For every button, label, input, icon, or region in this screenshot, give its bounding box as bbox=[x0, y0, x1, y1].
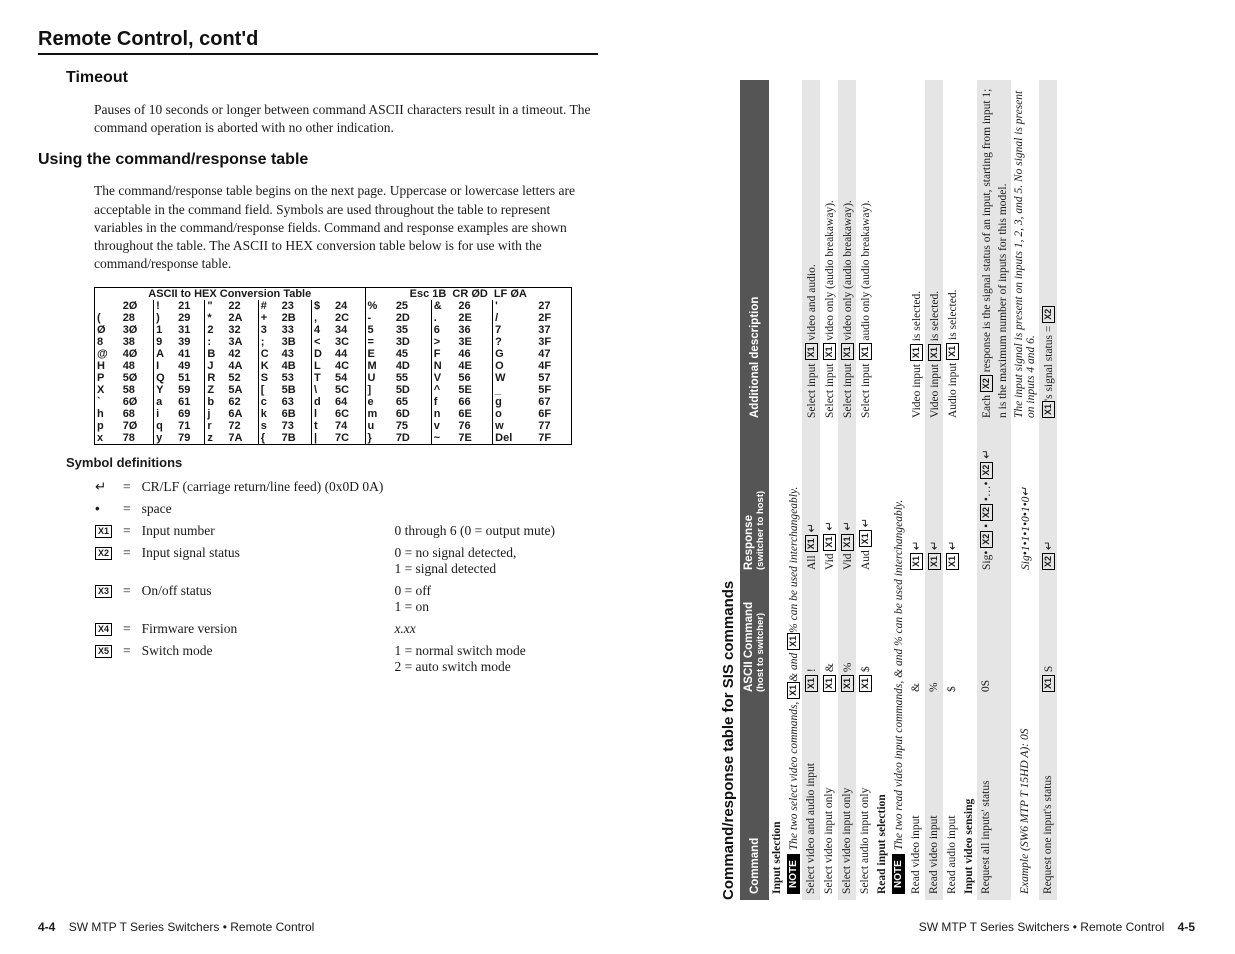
command-response-table: CommandASCII Command(host to switcher)Re… bbox=[740, 80, 1057, 900]
left-page: Remote Control, cont'd Timeout Pauses of… bbox=[38, 28, 598, 680]
footer-right: SW MTP T Series Switchers • Remote Contr… bbox=[919, 920, 1195, 934]
page-title: Remote Control, cont'd bbox=[38, 28, 598, 55]
crt-title: Command/response table for SIS commands bbox=[720, 80, 737, 900]
footer-left: 4-4 SW MTP T Series Switchers • Remote C… bbox=[38, 920, 314, 934]
timeout-text: Pauses of 10 seconds or longer between c… bbox=[94, 101, 598, 137]
using-text: The command/response table begins on the… bbox=[94, 182, 598, 273]
right-page: Command/response table for SIS commands … bbox=[720, 80, 1057, 900]
timeout-heading: Timeout bbox=[66, 69, 598, 87]
symbol-def-heading: Symbol definitions bbox=[66, 455, 598, 470]
using-heading: Using the command/response table bbox=[38, 151, 598, 169]
ascii-hex-table: ASCII to HEX Conversion Table Esc 1BCR Ø… bbox=[94, 287, 572, 445]
symbol-definitions-table: ↵=CR/LF (carriage return/line feed) (0x0… bbox=[94, 474, 565, 680]
